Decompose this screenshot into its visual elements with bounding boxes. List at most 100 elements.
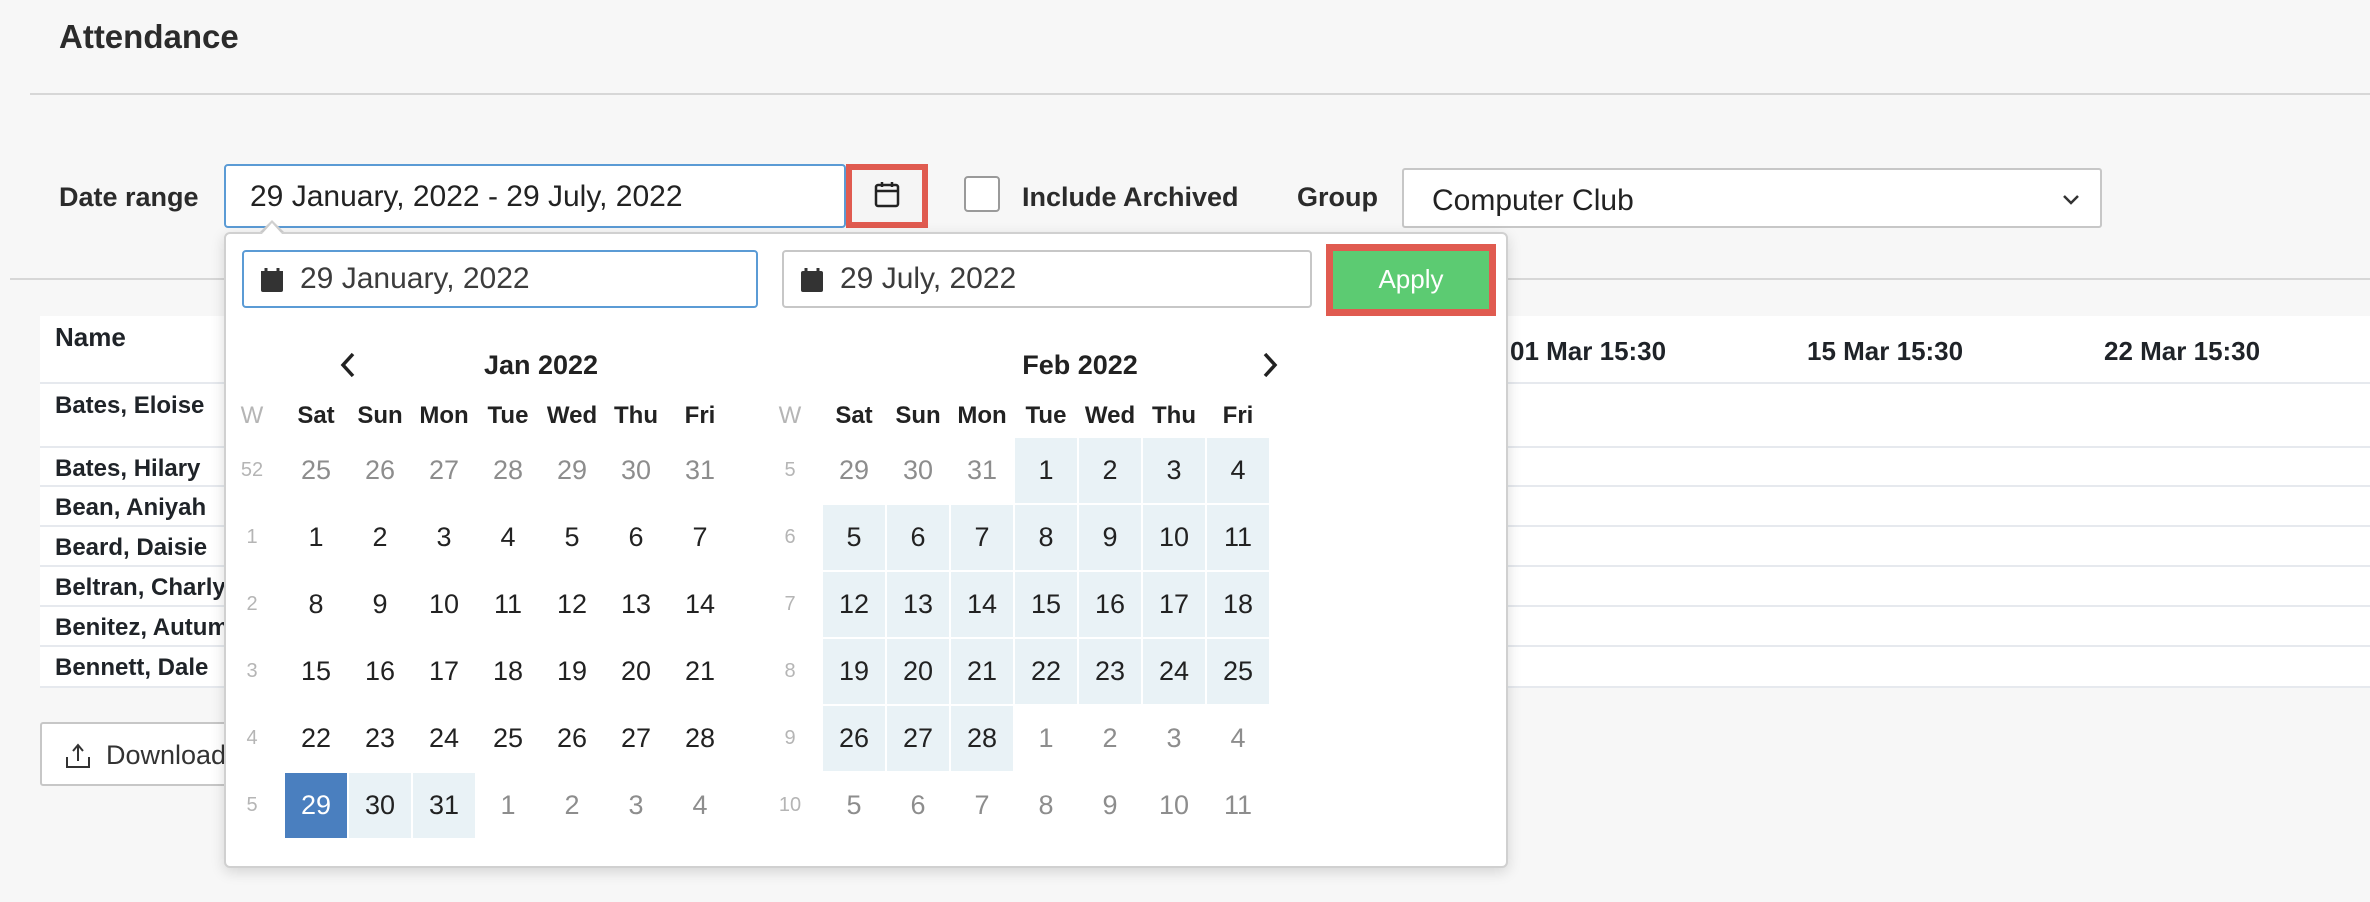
day-cell[interactable]: 31 — [951, 438, 1013, 503]
day-cell[interactable]: 5 — [823, 773, 885, 838]
day-cell[interactable]: 3 — [605, 773, 667, 838]
day-cell[interactable]: 12 — [823, 572, 885, 637]
calendar-button[interactable] — [846, 164, 928, 228]
day-cell[interactable]: 24 — [413, 706, 475, 771]
day-cell[interactable]: 5 — [541, 505, 603, 570]
start-date-field[interactable]: 29 January, 2022 — [242, 250, 758, 308]
day-cell[interactable]: 2 — [541, 773, 603, 838]
day-cell[interactable]: 30 — [605, 438, 667, 503]
day-cell[interactable]: 8 — [1015, 505, 1077, 570]
day-cell[interactable]: 21 — [669, 639, 731, 704]
day-cell[interactable]: 27 — [887, 706, 949, 771]
day-cell[interactable]: 24 — [1143, 639, 1205, 704]
day-cell[interactable]: 1 — [1015, 438, 1077, 503]
day-cell[interactable]: 6 — [605, 505, 667, 570]
day-cell[interactable]: 20 — [887, 639, 949, 704]
day-cell[interactable]: 18 — [477, 639, 539, 704]
day-cell[interactable]: 3 — [413, 505, 475, 570]
day-cell[interactable]: 4 — [669, 773, 731, 838]
day-cell[interactable]: 14 — [951, 572, 1013, 637]
day-cell[interactable]: 8 — [1015, 773, 1077, 838]
chevron-right-icon[interactable] — [1258, 350, 1282, 385]
day-cell[interactable]: 7 — [951, 773, 1013, 838]
day-cell[interactable]: 30 — [887, 438, 949, 503]
table-row-name[interactable]: Bates, Eloise — [55, 392, 204, 420]
include-archived-checkbox[interactable] — [964, 176, 1000, 212]
day-cell[interactable]: 31 — [413, 773, 475, 838]
selected-day-cell[interactable]: 29 — [285, 773, 347, 838]
day-cell[interactable]: 11 — [1207, 773, 1269, 838]
day-cell[interactable]: 9 — [349, 572, 411, 637]
day-cell[interactable]: 5 — [823, 505, 885, 570]
day-cell[interactable]: 7 — [951, 505, 1013, 570]
day-cell[interactable]: 1 — [285, 505, 347, 570]
day-cell[interactable]: 28 — [477, 438, 539, 503]
day-cell[interactable]: 10 — [1143, 773, 1205, 838]
day-cell[interactable]: 26 — [541, 706, 603, 771]
day-cell[interactable]: 16 — [349, 639, 411, 704]
day-cell[interactable]: 4 — [477, 505, 539, 570]
day-cell[interactable]: 10 — [413, 572, 475, 637]
day-cell[interactable]: 9 — [1079, 773, 1141, 838]
day-cell[interactable]: 13 — [887, 572, 949, 637]
day-cell[interactable]: 4 — [1207, 706, 1269, 771]
table-row-name[interactable]: Bennett, Dale — [55, 654, 208, 682]
day-cell[interactable]: 17 — [413, 639, 475, 704]
day-cell[interactable]: 12 — [541, 572, 603, 637]
day-cell[interactable]: 31 — [669, 438, 731, 503]
table-row-name[interactable]: Beard, Daisie — [55, 534, 207, 562]
day-cell[interactable]: 29 — [541, 438, 603, 503]
day-cell[interactable]: 26 — [349, 438, 411, 503]
day-cell[interactable]: 8 — [285, 572, 347, 637]
day-cell[interactable]: 2 — [1079, 706, 1141, 771]
day-cell[interactable]: 17 — [1143, 572, 1205, 637]
day-cell[interactable]: 1 — [1015, 706, 1077, 771]
day-cell[interactable]: 11 — [477, 572, 539, 637]
table-row-name[interactable]: Bean, Aniyah — [55, 494, 206, 522]
day-cell[interactable]: 22 — [285, 706, 347, 771]
day-cell[interactable]: 7 — [669, 505, 731, 570]
day-cell[interactable]: 6 — [887, 505, 949, 570]
day-cell[interactable]: 4 — [1207, 438, 1269, 503]
day-cell[interactable]: 22 — [1015, 639, 1077, 704]
day-cell[interactable]: 27 — [413, 438, 475, 503]
day-cell[interactable]: 11 — [1207, 505, 1269, 570]
group-select[interactable]: Computer Club — [1402, 168, 2102, 228]
day-cell[interactable]: 6 — [887, 773, 949, 838]
day-cell[interactable]: 9 — [1079, 505, 1141, 570]
day-cell[interactable]: 10 — [1143, 505, 1205, 570]
day-cell[interactable]: 1 — [477, 773, 539, 838]
day-cell[interactable]: 29 — [823, 438, 885, 503]
day-cell[interactable]: 16 — [1079, 572, 1141, 637]
chevron-left-icon[interactable] — [336, 350, 360, 385]
day-cell[interactable]: 28 — [951, 706, 1013, 771]
day-cell[interactable]: 26 — [823, 706, 885, 771]
day-cell[interactable]: 28 — [669, 706, 731, 771]
day-cell[interactable]: 2 — [1079, 438, 1141, 503]
date-range-input[interactable]: 29 January, 2022 - 29 July, 2022 — [224, 164, 846, 228]
day-cell[interactable]: 25 — [285, 438, 347, 503]
table-row-name[interactable]: Beltran, Charly — [55, 574, 226, 602]
day-cell[interactable]: 23 — [349, 706, 411, 771]
day-cell[interactable]: 2 — [349, 505, 411, 570]
day-cell[interactable]: 13 — [605, 572, 667, 637]
day-cell[interactable]: 25 — [477, 706, 539, 771]
end-date-field[interactable]: 29 July, 2022 — [782, 250, 1312, 308]
day-cell[interactable]: 15 — [1015, 572, 1077, 637]
table-row-name[interactable]: Bates, Hilary — [55, 455, 200, 483]
day-cell[interactable]: 19 — [541, 639, 603, 704]
day-cell[interactable]: 20 — [605, 639, 667, 704]
apply-button[interactable]: Apply — [1326, 244, 1496, 316]
day-cell[interactable]: 15 — [285, 639, 347, 704]
day-cell[interactable]: 21 — [951, 639, 1013, 704]
day-cell[interactable]: 27 — [605, 706, 667, 771]
day-cell[interactable]: 23 — [1079, 639, 1141, 704]
day-cell[interactable]: 30 — [349, 773, 411, 838]
day-cell[interactable]: 18 — [1207, 572, 1269, 637]
day-cell[interactable]: 25 — [1207, 639, 1269, 704]
day-cell[interactable]: 14 — [669, 572, 731, 637]
day-cell[interactable]: 3 — [1143, 438, 1205, 503]
day-cell[interactable]: 19 — [823, 639, 885, 704]
day-cell[interactable]: 3 — [1143, 706, 1205, 771]
table-row-name[interactable]: Benitez, Autum — [55, 614, 229, 642]
